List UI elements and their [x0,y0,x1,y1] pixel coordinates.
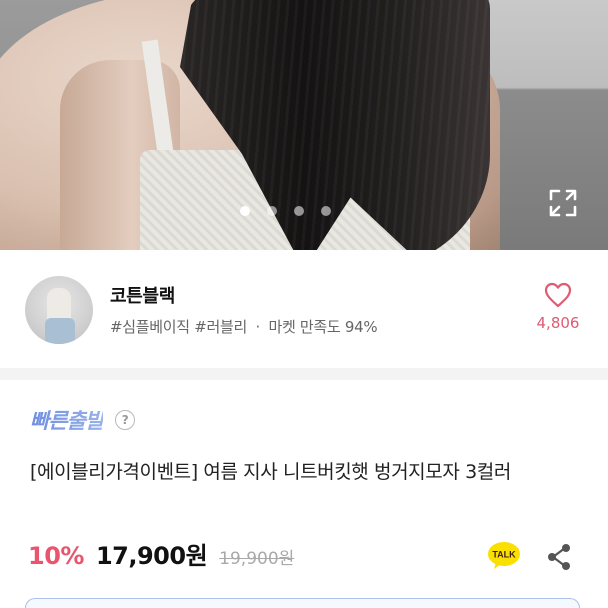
seller-tag: #심플베이직 [110,318,190,336]
price-row: 10% 17,900원 19,900원 [28,536,294,576]
seller-tags: #심플베이직 #러블리 · 마켓 만족도 94% [110,316,378,337]
product-image-carousel[interactable] [0,0,608,250]
original-price: 19,900원 [219,549,295,569]
kakao-talk-icon[interactable]: TALK [487,541,521,571]
seller-name[interactable]: 코튼블랙 [110,282,175,308]
sale-price: 17,900원 [95,542,208,570]
discount-rate: 10% [28,542,84,570]
carousel-dots [240,206,331,216]
seller-row[interactable]: 코튼블랙 #심플베이직 #러블리 · 마켓 만족도 94% 4,806 [0,262,608,358]
help-icon[interactable]: ? [115,410,136,430]
carousel-dot[interactable] [267,206,277,216]
section-divider [0,368,608,380]
carousel-dot[interactable] [240,206,250,216]
like-count: 4,806 [536,314,580,332]
coupon-box[interactable] [25,598,580,608]
talk-label: TALK [492,550,516,560]
seller-avatar[interactable] [25,276,93,344]
tag-separator: · [255,318,261,336]
product-title: [에이블리가격이벤트] 여름 지사 니트버킷햇 벙거지모자 3컬러 [30,461,511,483]
like-button[interactable]: 4,806 [528,282,588,332]
heart-outline-icon [544,282,572,308]
expand-icon[interactable] [548,188,578,218]
carousel-dot[interactable] [294,206,304,216]
carousel-dot[interactable] [321,206,331,216]
seller-tag: #러블리 [194,318,248,336]
fast-shipping-badge: 빠른출발 [30,405,104,435]
avatar-figure-jeans [45,318,75,344]
market-satisfaction: 마켓 만족도 94% [268,318,378,336]
share-icon[interactable] [546,543,572,571]
shipping-badge-row: 빠른출발 ? [30,405,136,435]
